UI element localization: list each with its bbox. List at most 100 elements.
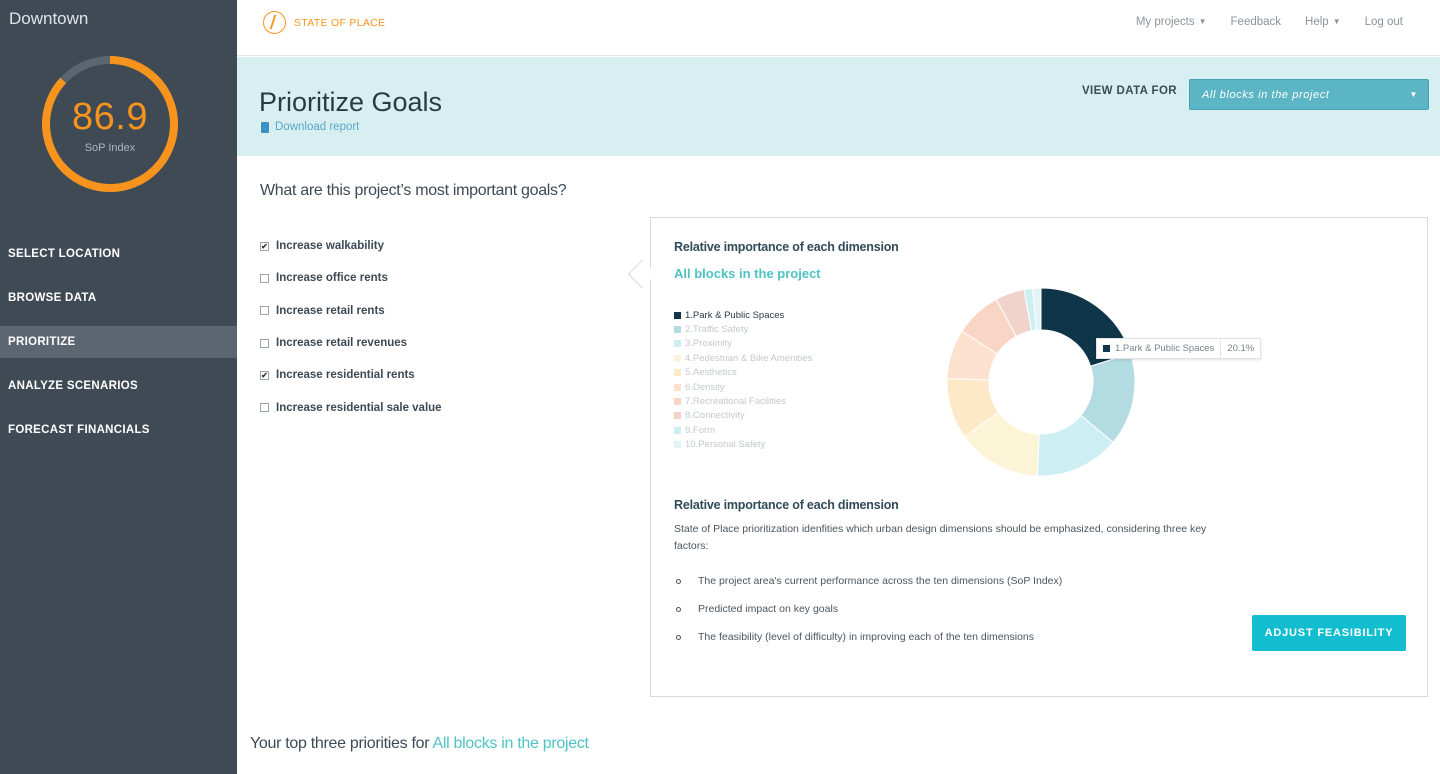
top-three-prefix: Your top three priorities for — [250, 735, 430, 752]
feedback-link[interactable]: Feedback — [1231, 16, 1282, 28]
legend-label: 7.Recreational Facilities — [685, 396, 786, 408]
sop-index-label: SoP Index — [84, 142, 136, 154]
top-bar: STATE OF PLACE My projects ▼ Feedback Hel… — [237, 0, 1440, 56]
legend-swatch — [674, 311, 681, 319]
legend-item[interactable]: 6.Density — [674, 380, 812, 394]
bullet-icon — [676, 606, 681, 612]
logout-link[interactable]: Log out — [1365, 16, 1403, 28]
help-menu[interactable]: Help ▼ — [1305, 16, 1341, 28]
my-projects-menu[interactable]: My projects ▼ — [1136, 16, 1207, 28]
chart-title: Relative importance of each dimension — [674, 240, 899, 254]
goal-item[interactable]: Increase retail revenues — [260, 327, 442, 359]
goal-checkbox[interactable] — [260, 273, 269, 283]
legend-swatch — [674, 383, 681, 391]
top-nav: My projects ▼ Feedback Help ▼ Log out — [1136, 16, 1403, 28]
factor-item: The project area's current performance a… — [674, 567, 1062, 595]
download-report-link[interactable]: Download report — [261, 121, 359, 133]
chart-tooltip: 1.Park & Public Spaces 20.1% — [1096, 338, 1262, 359]
chevron-down-icon: ▼ — [1409, 90, 1418, 99]
sidebar-item-browse-data[interactable]: BROWSE DATA — [0, 282, 237, 314]
top-three-heading: Your top three priorities for All blocks… — [250, 735, 589, 753]
legend-item[interactable]: 3.Proximity — [674, 337, 812, 351]
factor-list: The project area's current performance a… — [674, 567, 1062, 651]
legend-item[interactable]: 4.Pedestrian & Bike Amenities — [674, 351, 812, 365]
view-data-for-label: VIEW DATA FOR — [1081, 85, 1177, 97]
goal-item[interactable]: Increase residential sale value — [260, 391, 442, 423]
goal-checkbox[interactable] — [260, 403, 269, 413]
legend-label: 3.Proximity — [685, 338, 732, 350]
donut-chart[interactable] — [946, 287, 1136, 477]
help-label: Help — [1305, 16, 1329, 28]
legend-label: 9.Form — [685, 424, 716, 436]
legend-swatch — [674, 398, 681, 406]
legend-item[interactable]: 5.Aesthetics — [674, 366, 812, 380]
legend-swatch — [674, 354, 681, 362]
legend-label: 6.Density — [685, 381, 725, 393]
tooltip-swatch — [1103, 345, 1110, 352]
tooltip-name: 1.Park & Public Spaces — [1115, 338, 1222, 359]
legend-swatch — [674, 340, 681, 348]
goal-item[interactable]: ✔ Increase walkability — [260, 230, 442, 262]
goal-label: Increase walkability — [276, 240, 385, 253]
my-projects-label: My projects — [1135, 16, 1195, 28]
goal-checkbox[interactable]: ✔ — [260, 241, 269, 251]
legend-swatch — [674, 426, 681, 434]
bullet-icon — [676, 634, 681, 640]
legend-label: 5.Aesthetics — [685, 367, 737, 379]
legend-item[interactable]: 8.Connectivity — [674, 409, 812, 423]
legend-swatch — [674, 326, 681, 334]
logo-text: STATE OF PLACE — [294, 16, 386, 29]
project-name: Downtown — [9, 9, 89, 28]
description-text: State of Place prioritization idenfities… — [674, 523, 1207, 552]
goal-checkbox[interactable]: ✔ — [260, 370, 269, 380]
legend-swatch — [674, 441, 681, 449]
sidebar-item-prioritize[interactable]: PRIORITIZE — [0, 326, 237, 358]
logo[interactable]: STATE OF PLACE — [263, 11, 385, 34]
dimension-importance-card: Relative importance of each dimension Al… — [650, 217, 1428, 697]
sidebar-item-analyze-scenarios[interactable]: ANALYZE SCENARIOS — [0, 370, 237, 402]
sidebar-item-forecast-financials[interactable]: FORECAST FINANCIALS — [0, 414, 237, 446]
adjust-feasibility-button[interactable]: ADJUST FEASIBILITY — [1252, 615, 1406, 651]
caret-down-icon: ▼ — [1332, 17, 1341, 27]
view-data-for-value: All blocks in the project — [1202, 89, 1330, 101]
goal-label: Increase residential rents — [276, 369, 415, 382]
goals-list: ✔ Increase walkability Increase office re… — [260, 230, 442, 424]
goals-heading: What are this project’s most important g… — [260, 182, 567, 199]
goal-item[interactable]: Increase office rents — [260, 262, 442, 294]
sop-index-gauge: 86.9 SoP Index — [40, 54, 180, 194]
document-icon — [261, 121, 269, 133]
legend-item[interactable]: 1.Park & Public Spaces — [674, 308, 812, 322]
goal-checkbox[interactable] — [260, 306, 269, 316]
legend-label: 2.Traffic Safety — [685, 324, 749, 336]
view-data-for-select[interactable]: All blocks in the project ▼ — [1189, 79, 1429, 110]
goal-item[interactable]: ✔ Increase residential rents — [260, 359, 442, 391]
legend-item[interactable]: 10.Personal Safety — [674, 438, 812, 452]
description-title: Relative importance of each dimension — [674, 498, 899, 512]
sidebar-item-select-location[interactable]: SELECT LOCATION — [0, 238, 237, 270]
legend-item[interactable]: 7.Recreational Facilities — [674, 394, 812, 408]
state-of-place-logo-icon — [263, 11, 286, 34]
bullet-icon — [676, 578, 681, 584]
goal-label: Increase office rents — [276, 272, 388, 285]
legend-item[interactable]: 9.Form — [674, 423, 812, 437]
factor-item: The feasibility (level of difficulty) in… — [674, 623, 1062, 651]
sop-index-score: 86.9 — [72, 96, 148, 138]
factor-text: The project area's current performance a… — [698, 575, 1063, 587]
goal-label: Increase retail rents — [276, 304, 385, 317]
page-banner: Prioritize Goals Download report VIEW DA… — [237, 57, 1440, 156]
legend-item[interactable]: 2.Traffic Safety — [674, 322, 812, 336]
goal-label: Increase retail revenues — [276, 337, 408, 350]
download-report-label: Download report — [275, 121, 360, 133]
chart-subtitle: All blocks in the project — [674, 266, 821, 281]
legend-label: 10.Personal Safety — [685, 439, 766, 451]
top-three-highlight: All blocks in the project — [432, 735, 589, 752]
legend-swatch — [674, 412, 681, 420]
goal-checkbox[interactable] — [260, 338, 269, 348]
goal-item[interactable]: Increase retail rents — [260, 295, 442, 327]
tooltip-value: 20.1% — [1227, 343, 1255, 354]
factor-text: Predicted impact on key goals — [698, 603, 839, 615]
legend-swatch — [674, 369, 681, 377]
factor-text: The feasibility (level of difficulty) in… — [698, 631, 1034, 643]
sidebar-nav: SELECT LOCATION BROWSE DATA PRIORITIZE A… — [0, 238, 237, 458]
goal-label: Increase residential sale value — [276, 401, 442, 414]
